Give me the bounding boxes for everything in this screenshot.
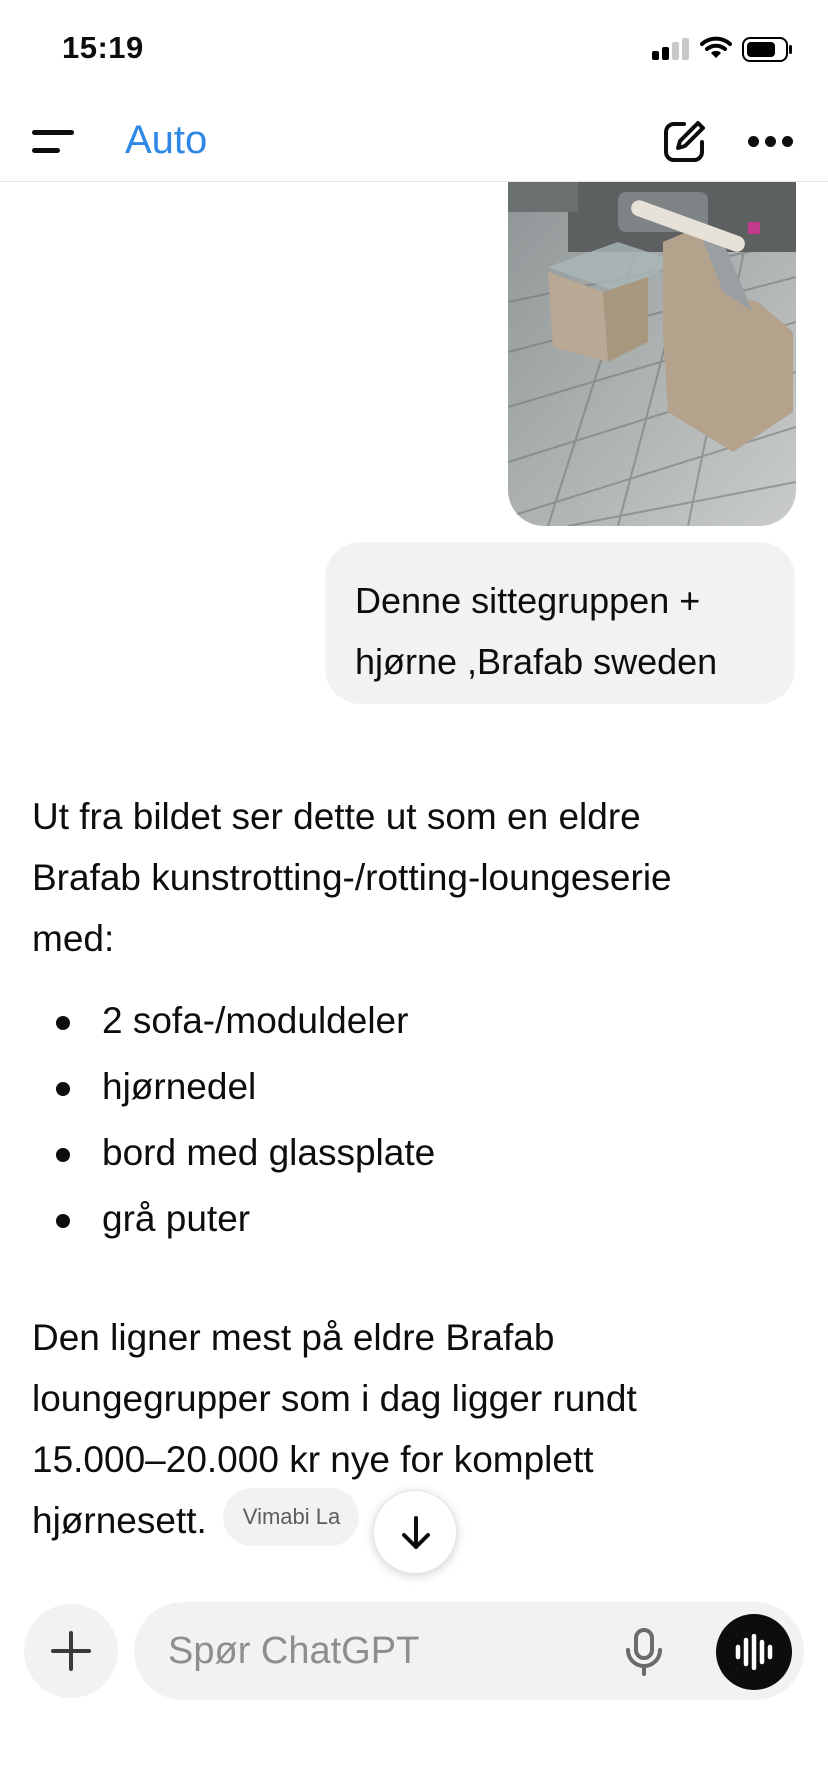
list-item: bord med glassplate	[32, 1120, 435, 1186]
model-selector[interactable]: Auto	[125, 118, 207, 163]
message-input[interactable]	[168, 1626, 598, 1676]
arrow-down-icon	[402, 1516, 430, 1549]
status-time: 15:19	[62, 30, 144, 65]
user-message-bubble: Denne sittegruppen + hjørne ,Brafab swed…	[325, 542, 795, 704]
more-icon[interactable]	[748, 136, 794, 148]
waveform-icon	[735, 1634, 773, 1670]
source-chip[interactable]: Vimabi La	[222, 1488, 359, 1547]
plus-icon	[51, 1631, 91, 1671]
cellular-signal-icon	[652, 38, 690, 60]
assistant-line: hjørnesett.	[32, 1500, 207, 1541]
microphone-icon[interactable]	[624, 1628, 664, 1676]
new-chat-icon[interactable]	[660, 118, 708, 166]
battery-icon	[742, 37, 792, 62]
uploaded-photo[interactable]	[508, 182, 796, 526]
top-bar: Auto	[0, 100, 828, 182]
assistant-line: med:	[32, 918, 115, 959]
voice-mode-button[interactable]	[716, 1614, 792, 1690]
assistant-line: Den ligner mest på eldre Brafab	[32, 1317, 555, 1358]
assistant-line: Brafab kunstrotting-/rotting-loungeserie	[32, 857, 672, 898]
list-item: hjørnedel	[32, 1054, 435, 1120]
user-message-line: Denne sittegruppen +	[355, 580, 701, 621]
assistant-bullet-list: 2 sofa-/moduldeler hjørnedel bord med gl…	[32, 988, 435, 1252]
assistant-line: loungegrupper som i dag ligger rundt	[32, 1378, 637, 1419]
composer	[134, 1602, 804, 1700]
assistant-line: 15.000–20.000 kr nye for komplett	[32, 1439, 594, 1480]
menu-icon[interactable]	[32, 124, 78, 160]
status-bar: 15:19	[0, 0, 828, 100]
wifi-icon	[700, 36, 732, 58]
assistant-line: Ut fra bildet ser dette ut som en eldre	[32, 796, 641, 837]
user-message-line: hjørne ,Brafab sweden	[355, 641, 718, 682]
list-item: 2 sofa-/moduldeler	[32, 988, 435, 1054]
attach-button[interactable]	[24, 1604, 118, 1698]
list-item: grå puter	[32, 1186, 435, 1252]
scroll-to-bottom-button[interactable]	[373, 1490, 457, 1574]
assistant-intro: Ut fra bildet ser dette ut som en eldre …	[32, 786, 792, 969]
